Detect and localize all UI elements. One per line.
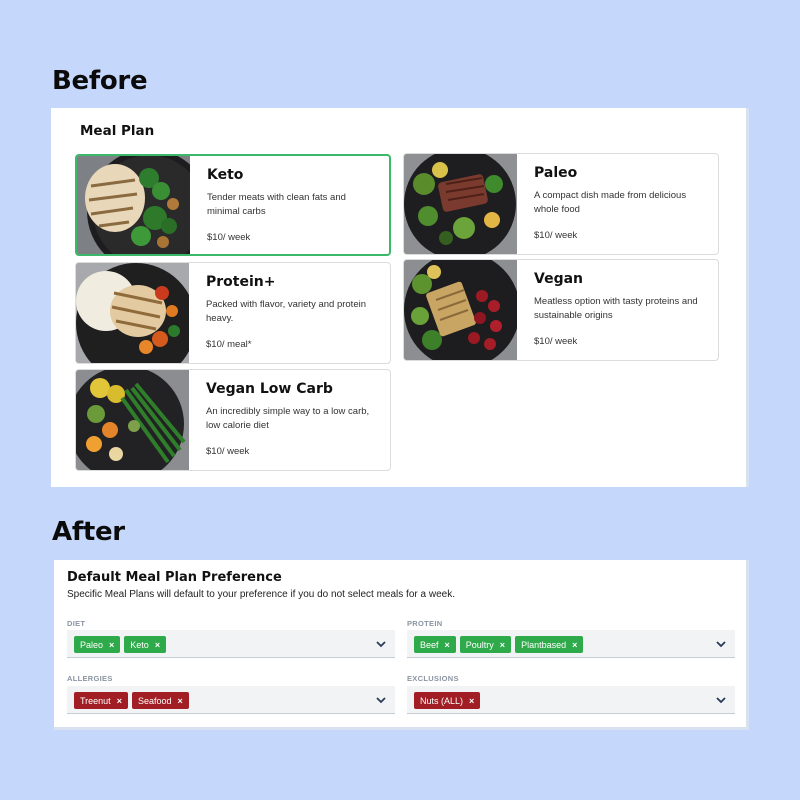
tag-label: Keto [130,639,149,650]
chevron-down-icon[interactable] [715,638,727,650]
chevron-down-icon[interactable] [375,638,387,650]
preference-title: Default Meal Plan Preference [67,570,282,585]
card-price: $10/ week [534,336,578,347]
tag-label: Plantbased [521,639,567,650]
close-icon[interactable]: × [572,640,577,650]
card-description: Meatless option with tasty proteins and … [534,296,698,321]
card-title: Vegan [534,271,583,287]
tag-nuts-all: Nuts (ALL) × [414,692,481,709]
protein-label: PROTEIN [407,619,443,628]
close-icon[interactable]: × [500,640,505,650]
tag-label: Seafood [137,695,172,706]
meal-card-keto[interactable]: Keto Tender meats with clean fats and mi… [75,154,391,256]
card-description: An incredibly simple way to a low carb, … [206,406,370,431]
tag-keto: Keto × [124,636,167,653]
card-title: Keto [207,167,244,183]
close-icon[interactable]: × [117,696,122,706]
meal-card-vegan-low-carb[interactable]: Vegan Low Carb An incredibly simple way … [75,369,391,471]
close-icon[interactable]: × [109,640,114,650]
chevron-down-icon[interactable] [715,694,727,706]
tag-label: Nuts (ALL) [420,695,464,706]
meal-card-protein-plus[interactable]: Protein+ Packed with flavor, variety and… [75,262,391,364]
exclusions-select[interactable]: Nuts (ALL) × [407,686,735,714]
card-description: A compact dish made from delicious whole… [534,190,687,215]
before-heading: Before [52,66,148,96]
card-price: $10/ week [206,446,250,457]
card-price: $10/ week [207,232,251,243]
tag-label: Poultry [465,639,494,650]
diet-select[interactable]: Paleo × Keto × [67,630,395,658]
allergies-label: ALLERGIES [67,674,113,683]
protein-select[interactable]: Beef × Poultry × Plantbased × [407,630,735,658]
card-description: Packed with flavor, variety and protein … [206,299,367,324]
close-icon[interactable]: × [155,640,160,650]
card-price: $10/ week [534,230,578,241]
tag-label: Paleo [80,639,104,650]
card-title: Vegan Low Carb [206,381,333,397]
paleo-meal-image [404,154,517,254]
exclusions-label: EXCLUSIONS [407,674,459,683]
meal-plan-title: Meal Plan [80,123,155,139]
allergies-select[interactable]: Treenut × Seafood × [67,686,395,714]
diet-label: DIET [67,619,86,628]
close-icon[interactable]: × [469,696,474,706]
card-price: $10/ meal* [206,339,252,350]
close-icon[interactable]: × [445,640,450,650]
meal-card-paleo[interactable]: Paleo A compact dish made from delicious… [403,153,719,255]
meal-plan-panel: Meal Plan Keto Tender meats with clean f… [51,108,749,487]
tag-paleo: Paleo × [74,636,121,653]
chevron-down-icon[interactable] [375,694,387,706]
preference-panel: Default Meal Plan Preference Specific Me… [54,560,749,730]
tag-treenut: Treenut × [74,692,128,709]
meal-card-vegan[interactable]: Vegan Meatless option with tasty protein… [403,259,719,361]
protein-meal-image [76,263,189,363]
card-title: Paleo [534,165,578,181]
preference-subtitle: Specific Meal Plans will default to your… [67,589,455,600]
tag-beef: Beef × [414,636,456,653]
after-heading: After [52,517,125,547]
tag-label: Treenut [80,695,111,706]
card-title: Protein+ [206,274,276,290]
tag-plantbased: Plantbased × [515,636,584,653]
keto-meal-image [77,156,190,254]
tag-label: Beef [420,639,439,650]
close-icon[interactable]: × [177,696,182,706]
vegan-meal-image [404,260,517,360]
tag-poultry: Poultry × [459,636,512,653]
vegan-low-carb-meal-image [76,370,189,470]
tag-seafood: Seafood × [131,692,189,709]
card-description: Tender meats with clean fats and minimal… [207,192,346,217]
